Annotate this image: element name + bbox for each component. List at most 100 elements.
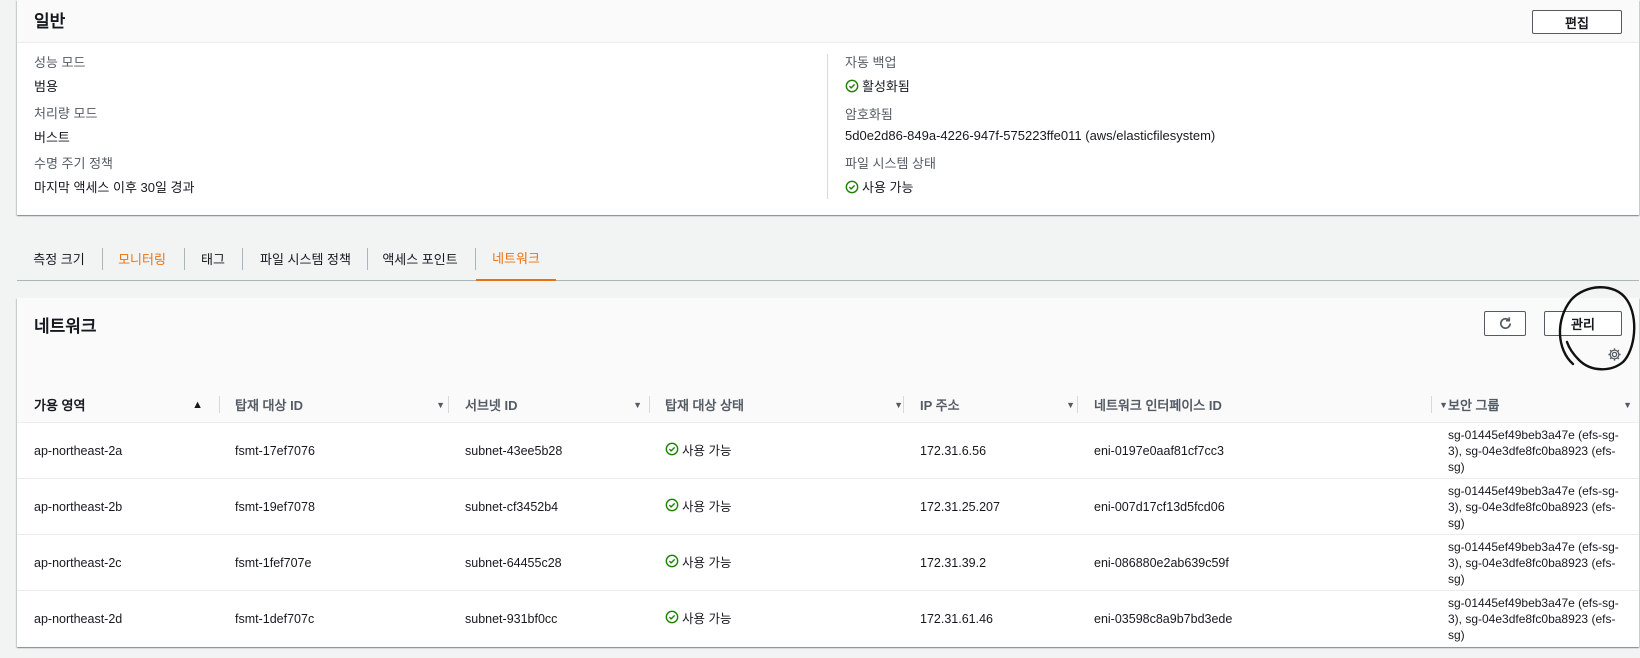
tab-bar: 측정 크기 모니터링 태그 파일 시스템 정책 액세스 포인트 네트워크 — [17, 236, 1639, 281]
cell-availability-zone: ap-northeast-2c — [34, 556, 122, 570]
automatic-backups: 자동 백업 활성화됨 — [845, 52, 910, 95]
state-label: 사용 가능 — [682, 499, 732, 514]
column-divider — [1077, 396, 1078, 413]
column-divider — [827, 54, 828, 199]
column-network-interface-id[interactable]: 네트워크 인터페이스 ID ▼ — [1094, 386, 1454, 423]
kv-status: 사용 가능 — [845, 177, 936, 196]
table-row: ap-northeast-2b fsmt-19ef7078 subnet-cf3… — [17, 479, 1639, 535]
cell-state: 사용 가능 — [665, 479, 731, 531]
cell-network-interface-id: eni-0197e0aaf81cf7cc3 — [1094, 444, 1224, 458]
check-circle-icon — [665, 610, 679, 624]
file-system-state: 파일 시스템 상태 사용 가능 — [845, 153, 936, 196]
tab-metered-size[interactable]: 측정 크기 — [17, 236, 101, 281]
check-circle-icon — [665, 498, 679, 512]
throughput-mode: 처리량 모드 버스트 — [34, 103, 97, 146]
table-header: 가용 영역 ▲ 탑재 대상 ID ▼ 서브넷 ID ▼ 탑재 대상 상태 ▼ I… — [17, 386, 1639, 423]
cell-subnet-id: subnet-64455c28 — [465, 556, 562, 570]
table-row: ap-northeast-2d fsmt-1def707c subnet-931… — [17, 591, 1639, 647]
column-mount-target-id[interactable]: 탑재 대상 ID ▼ — [235, 386, 451, 423]
column-mount-target-state[interactable]: 탑재 대상 상태 ▼ — [665, 386, 909, 423]
cell-subnet-id: subnet-43ee5b28 — [465, 444, 563, 458]
kv-value: 5d0e2d86-849a-4226-947f-575223ffe011 (aw… — [845, 128, 1216, 143]
cell-security-groups: sg-01445ef49beb3a47e (efs-sg-3), sg-04e3… — [1448, 428, 1619, 474]
table-row: ap-northeast-2c fsmt-1fef707e subnet-644… — [17, 535, 1639, 591]
cell-availability-zone: ap-northeast-2d — [34, 612, 123, 626]
cell-availability-zone: ap-northeast-2a — [34, 444, 123, 458]
cell-network-interface-id: eni-086880e2ab639c59f — [1094, 556, 1229, 570]
column-availability-zone[interactable]: 가용 영역 ▲ — [34, 386, 209, 423]
cell-mount-target-id: fsmt-17ef7076 — [235, 444, 315, 458]
encrypted: 암호화됨 5d0e2d86-849a-4226-947f-575223ffe01… — [845, 104, 1215, 143]
kv-key: 암호화됨 — [845, 107, 893, 122]
cell-security-groups: sg-01445ef49beb3a47e (efs-sg-3), sg-04e3… — [1448, 540, 1619, 586]
sort-desc-icon: ▼ — [1066, 399, 1075, 410]
kv-value: 활성화됨 — [862, 79, 910, 94]
network-header: 네트워크 관리 — [17, 286, 1639, 386]
gear-icon[interactable] — [1607, 347, 1622, 362]
column-subnet-id[interactable]: 서브넷 ID ▼ — [465, 386, 648, 423]
column-divider — [649, 396, 650, 413]
tab-tags[interactable]: 태그 — [185, 236, 241, 281]
kv-status: 활성화됨 — [845, 76, 910, 95]
kv-key: 파일 시스템 상태 — [845, 156, 936, 171]
sort-desc-icon: ▼ — [436, 399, 445, 410]
cell-state: 사용 가능 — [665, 535, 731, 587]
cell-security-groups: sg-01445ef49beb3a47e (efs-sg-3), sg-04e3… — [1448, 596, 1619, 642]
check-circle-icon — [665, 554, 679, 568]
cell-subnet-id: subnet-931bf0cc — [465, 612, 558, 626]
cell-state: 사용 가능 — [665, 423, 731, 475]
column-divider — [1431, 396, 1432, 413]
column-divider — [219, 396, 220, 413]
cell-mount-target-id: fsmt-1fef707e — [235, 556, 312, 570]
column-ip-address[interactable]: IP 주소 ▼ — [920, 386, 1081, 423]
state-label: 사용 가능 — [682, 555, 732, 570]
kv-value: 마지막 액세스 이후 30일 경과 — [34, 180, 195, 195]
refresh-button[interactable] — [1484, 311, 1526, 336]
kv-key: 수명 주기 정책 — [34, 156, 113, 171]
cell-subnet-id: subnet-cf3452b4 — [465, 500, 559, 514]
kv-key: 성능 모드 — [34, 55, 86, 70]
sort-asc-icon: ▲ — [192, 398, 203, 411]
cell-ip-address: 172.31.25.207 — [920, 500, 1000, 514]
cell-mount-target-id: fsmt-1def707c — [235, 612, 315, 626]
cell-availability-zone: ap-northeast-2b — [34, 500, 123, 514]
column-divider — [448, 396, 449, 413]
tab-network[interactable]: 네트워크 — [476, 236, 556, 281]
network-title: 네트워크 — [34, 317, 97, 336]
column-divider — [903, 396, 904, 413]
column-label: 보안 그룹 — [1448, 398, 1500, 413]
kv-key: 자동 백업 — [845, 55, 897, 70]
column-label: 네트워크 인터페이스 ID — [1094, 398, 1222, 413]
column-security-groups[interactable]: 보안 그룹 ▼ — [1448, 386, 1638, 423]
tab-monitoring[interactable]: 모니터링 — [103, 236, 181, 281]
lifecycle-policy: 수명 주기 정책 마지막 액세스 이후 30일 경과 — [34, 153, 194, 196]
general-title: 일반 — [34, 12, 66, 31]
column-label: 서브넷 ID — [465, 398, 518, 413]
kv-value: 범용 — [34, 79, 58, 94]
manage-button[interactable]: 관리 — [1544, 311, 1622, 336]
check-circle-icon — [665, 442, 679, 456]
sort-desc-icon: ▼ — [633, 399, 642, 410]
cell-ip-address: 172.31.6.56 — [920, 444, 987, 458]
network-panel: 네트워크 관리 가용 영역 ▲ 탑재 대상 ID ▼ 서브넷 ID ▼ 탑재 대… — [17, 286, 1639, 647]
check-circle-icon — [845, 180, 859, 193]
sort-desc-icon: ▼ — [894, 399, 903, 410]
kv-value: 버스트 — [34, 130, 70, 145]
cell-state: 사용 가능 — [665, 591, 731, 643]
general-panel: 일반 편집 성능 모드 범용 처리량 모드 버스트 수명 주기 정책 마지막 액… — [17, 0, 1639, 215]
cell-ip-address: 172.31.61.46 — [920, 612, 993, 626]
table-row: ap-northeast-2a fsmt-17ef7076 subnet-43e… — [17, 423, 1639, 479]
tab-file-system-policy[interactable]: 파일 시스템 정책 — [243, 236, 368, 281]
cell-network-interface-id: eni-007d17cf13d5fcd06 — [1094, 500, 1225, 514]
column-label: 탑재 대상 상태 — [665, 398, 744, 413]
edit-button[interactable]: 편집 — [1532, 10, 1622, 34]
cell-network-interface-id: eni-03598c8a9b7bd3ede — [1094, 612, 1233, 626]
column-label: IP 주소 — [920, 398, 960, 413]
cell-ip-address: 172.31.39.2 — [920, 556, 987, 570]
general-header: 일반 편집 — [17, 0, 1639, 43]
performance-mode: 성능 모드 범용 — [34, 52, 85, 95]
state-label: 사용 가능 — [682, 443, 732, 458]
refresh-icon — [1499, 317, 1511, 329]
column-label: 가용 영역 — [34, 398, 86, 413]
tab-access-points[interactable]: 액세스 포인트 — [368, 236, 472, 281]
